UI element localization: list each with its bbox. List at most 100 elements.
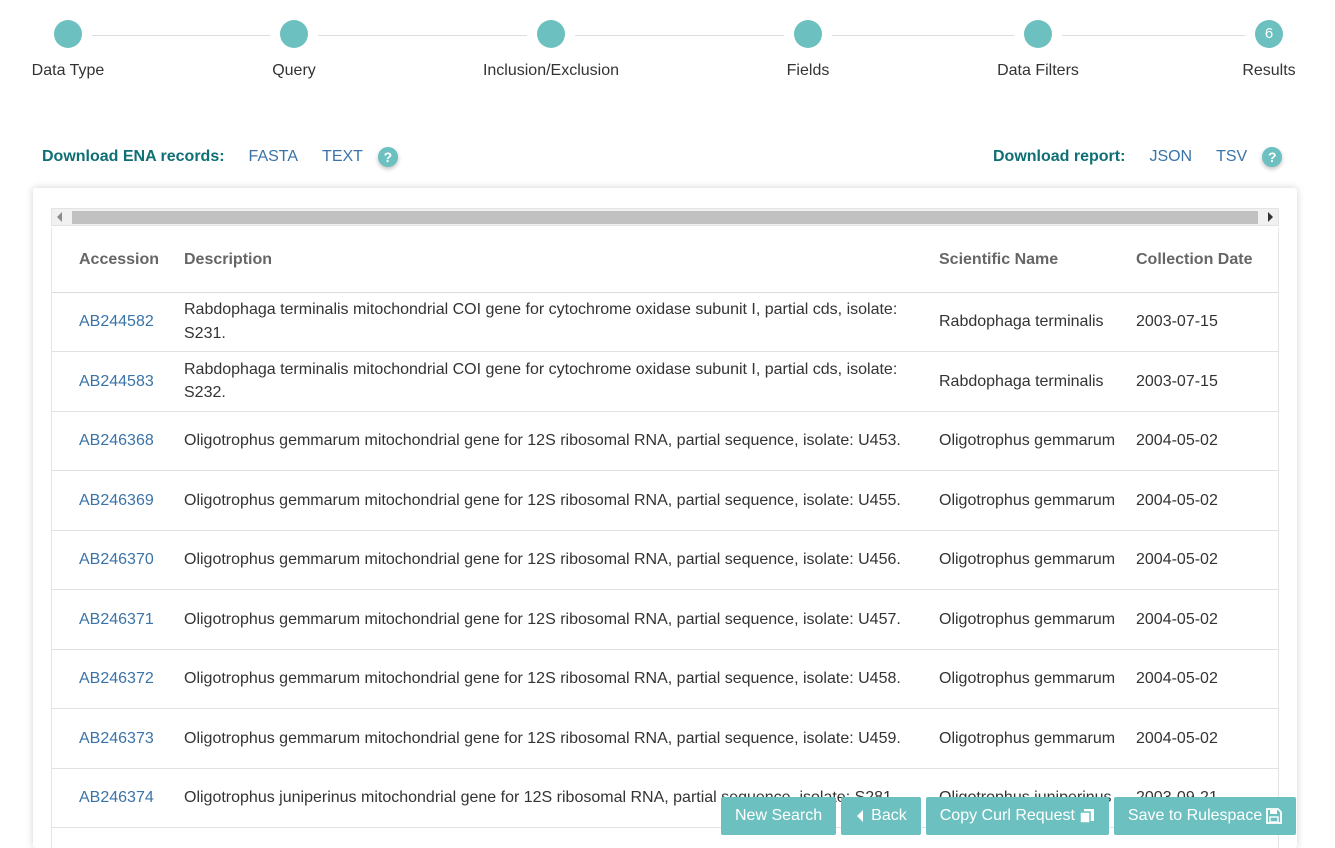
accession-cell: AB246368 <box>52 411 176 471</box>
help-icon[interactable]: ? <box>1262 147 1283 167</box>
scientific-name-cell: Oligotrophus gemmarum <box>931 411 1128 471</box>
results-card: Accession Description Scientific Name Co… <box>33 188 1297 848</box>
step-label: Inclusion/Exclusion <box>482 62 620 79</box>
accession-cell: AB244583 <box>52 351 176 412</box>
copy-curl-label: Copy Curl Request <box>939 807 1075 824</box>
accession-cell: AB246372 <box>52 649 176 709</box>
step-data-filters[interactable]: Data Filters <box>958 20 1118 80</box>
save-icon <box>1266 808 1283 824</box>
download-records-bar: Download ENA records: FASTA TEXT ? <box>42 146 398 168</box>
step-dot <box>280 20 308 48</box>
step-label: Query <box>272 62 316 79</box>
description-cell: Oligotrophus gemmarum mitochondrial gene… <box>176 649 931 709</box>
description-cell: Rabdophaga terminalis mitochondrial COI … <box>176 351 931 412</box>
table-row: AB246369 Oligotrophus gemmarum mitochondr… <box>52 470 1278 531</box>
step-dot <box>537 20 565 48</box>
step-inclusion-exclusion[interactable]: Inclusion/Exclusion <box>471 20 631 80</box>
download-json-link[interactable]: JSON <box>1149 148 1192 166</box>
accession-cell: AB246374 <box>52 768 176 828</box>
download-fasta-link[interactable]: FASTA <box>249 148 299 166</box>
accession-link[interactable]: AB246368 <box>79 432 154 449</box>
accession-cell: AB246370 <box>52 530 176 590</box>
table-row: AB246372 Oligotrophus gemmarum mitochondr… <box>52 649 1278 709</box>
download-report-bar: Download report: JSON TSV ? <box>993 146 1283 168</box>
step-label: Results <box>1242 62 1296 79</box>
save-rulespace-label: Save to Rulespace <box>1127 807 1263 824</box>
action-buttons: New Search Back Copy Curl Request Save t… <box>721 797 1297 835</box>
accession-link[interactable]: AB246369 <box>79 492 154 509</box>
step-dot <box>794 20 822 48</box>
accession-cell: AB246371 <box>52 589 176 650</box>
accession-link[interactable]: AB246371 <box>79 611 154 628</box>
accession-link[interactable]: AB246374 <box>79 789 154 806</box>
accession-link[interactable]: AB246372 <box>79 670 154 687</box>
accession-link[interactable]: AB244582 <box>79 313 154 330</box>
scientific-name-cell: Oligotrophus gemmarum <box>931 530 1128 590</box>
collection-date-cell: 2003-07-15 <box>1128 292 1278 352</box>
scroll-left-icon[interactable] <box>57 212 62 222</box>
scrollbar-thumb[interactable] <box>72 211 1258 224</box>
download-text-link[interactable]: TEXT <box>322 148 363 166</box>
step-dot <box>1024 20 1052 48</box>
step-results[interactable]: 6 Results <box>1189 20 1335 80</box>
step-label: Fields <box>786 62 830 79</box>
new-search-button[interactable]: New Search <box>721 797 837 835</box>
step-data-type[interactable]: Data Type <box>0 20 148 80</box>
table-row: AB244583 Rabdophaga terminalis mitochondr… <box>52 351 1278 412</box>
results-table-wrapper: Accession Description Scientific Name Co… <box>51 228 1279 848</box>
accession-cell: AB246369 <box>52 470 176 531</box>
description-cell: Oligotrophus gemmarum mitochondrial gene… <box>176 708 931 769</box>
back-button[interactable]: Back <box>841 797 921 835</box>
description-cell: Oligotrophus gemmarum mitochondrial gene… <box>176 411 931 471</box>
download-records-title: Download ENA records: <box>42 148 225 165</box>
results-table: Accession Description Scientific Name Co… <box>52 228 1278 828</box>
column-header-description[interactable]: Description <box>176 228 931 293</box>
accession-cell: AB246373 <box>52 708 176 769</box>
collection-date-cell: 2004-05-02 <box>1128 470 1278 531</box>
step-query[interactable]: Query <box>214 20 374 80</box>
scientific-name-cell: Rabdophaga terminalis <box>931 351 1128 412</box>
collection-date-cell: 2003-07-15 <box>1128 351 1278 412</box>
description-cell: Oligotrophus gemmarum mitochondrial gene… <box>176 470 931 531</box>
copy-curl-button[interactable]: Copy Curl Request <box>925 797 1109 835</box>
column-header-collection-date[interactable]: Collection Date <box>1128 228 1278 293</box>
table-body: AB244582 Rabdophaga terminalis mitochondr… <box>52 292 1278 828</box>
step-dot <box>54 20 82 48</box>
description-cell: Oligotrophus gemmarum mitochondrial gene… <box>176 530 931 590</box>
scientific-name-cell: Oligotrophus gemmarum <box>931 589 1128 650</box>
description-cell: Rabdophaga terminalis mitochondrial COI … <box>176 292 931 352</box>
table-row: AB246373 Oligotrophus gemmarum mitochondr… <box>52 708 1278 769</box>
help-icon[interactable]: ? <box>377 147 398 167</box>
collection-date-cell: 2004-05-02 <box>1128 411 1278 471</box>
download-tsv-link[interactable]: TSV <box>1216 148 1247 166</box>
column-header-accession[interactable]: Accession <box>52 228 176 293</box>
step-fields[interactable]: Fields <box>728 20 888 80</box>
horizontal-scrollbar[interactable] <box>51 208 1279 226</box>
collection-date-cell: 2004-05-02 <box>1128 589 1278 650</box>
progress-stepper: Data Type Query Inclusion/Exclusion Fiel… <box>0 0 1335 100</box>
step-label: Data Type <box>31 62 105 79</box>
table-row: AB246370 Oligotrophus gemmarum mitochondr… <box>52 530 1278 590</box>
download-report-title: Download report: <box>993 148 1126 165</box>
table-row: AB246368 Oligotrophus gemmarum mitochondr… <box>52 411 1278 471</box>
accession-link[interactable]: AB244583 <box>79 373 154 390</box>
scientific-name-cell: Rabdophaga terminalis <box>931 292 1128 352</box>
scientific-name-cell: Oligotrophus gemmarum <box>931 649 1128 709</box>
accession-link[interactable]: AB246373 <box>79 730 154 747</box>
table-row: AB244582 Rabdophaga terminalis mitochondr… <box>52 292 1278 352</box>
table-header-row: Accession Description Scientific Name Co… <box>52 228 1278 293</box>
accession-link[interactable]: AB246370 <box>79 551 154 568</box>
column-header-scientific-name[interactable]: Scientific Name <box>931 228 1128 293</box>
scroll-right-icon[interactable] <box>1268 212 1273 222</box>
copy-icon <box>1079 809 1094 824</box>
collection-date-cell: 2004-05-02 <box>1128 530 1278 590</box>
chevron-left-icon <box>857 810 864 822</box>
step-dot-current: 6 <box>1255 20 1283 48</box>
collection-date-cell: 2004-05-02 <box>1128 649 1278 709</box>
new-search-label: New Search <box>735 807 823 824</box>
save-rulespace-button[interactable]: Save to Rulespace <box>1113 797 1297 835</box>
step-label: Data Filters <box>997 62 1079 79</box>
scientific-name-cell: Oligotrophus gemmarum <box>931 470 1128 531</box>
scientific-name-cell: Oligotrophus gemmarum <box>931 708 1128 769</box>
back-label: Back <box>871 807 907 824</box>
